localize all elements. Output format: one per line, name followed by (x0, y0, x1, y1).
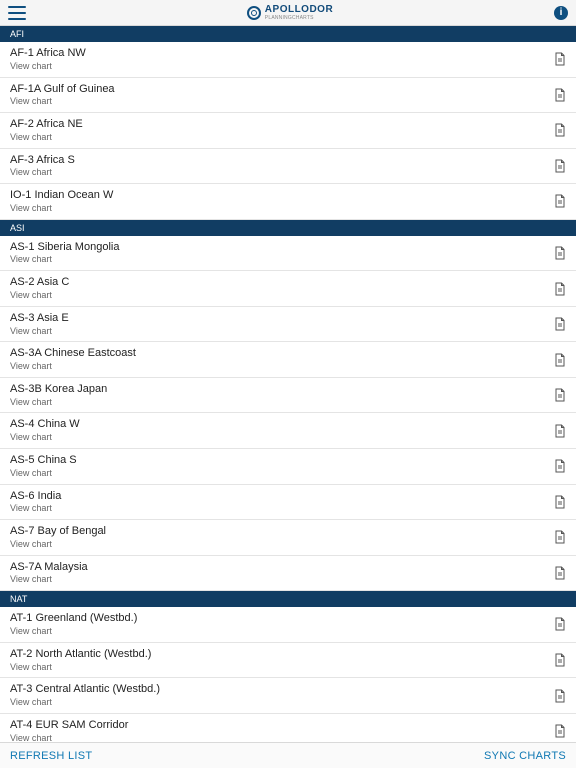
chart-title: AS-7 Bay of Bengal (10, 525, 106, 539)
document-icon[interactable] (554, 689, 566, 703)
chart-title: AF-1 Africa NW (10, 47, 86, 61)
document-icon[interactable] (554, 246, 566, 260)
info-icon[interactable]: i (554, 6, 568, 20)
section-header: NAT (0, 591, 576, 607)
view-chart-label: View chart (10, 432, 80, 443)
chart-row[interactable]: AT-3 Central Atlantic (Westbd.)View char… (0, 678, 576, 714)
sync-charts-button[interactable]: SYNC CHARTS (484, 750, 566, 762)
view-chart-label: View chart (10, 254, 119, 265)
chart-title: AS-3 Asia E (10, 312, 69, 326)
chart-row[interactable]: IO-1 Indian Ocean WView chart (0, 184, 576, 220)
chart-row[interactable]: AF-3 Africa SView chart (0, 149, 576, 185)
chart-row[interactable]: AS-7A MalaysiaView chart (0, 556, 576, 592)
view-chart-label: View chart (10, 539, 106, 550)
chart-title: AF-2 Africa NE (10, 118, 83, 132)
brand-subtitle: PLANNINGCHARTS (265, 15, 333, 21)
brand-logo-icon (247, 6, 261, 20)
document-icon[interactable] (554, 566, 566, 580)
view-chart-label: View chart (10, 733, 128, 742)
chart-title: AF-1A Gulf of Guinea (10, 83, 115, 97)
view-chart-label: View chart (10, 697, 160, 708)
chart-title: AS-7A Malaysia (10, 561, 88, 575)
chart-row[interactable]: AF-1 Africa NWView chart (0, 42, 576, 78)
view-chart-label: View chart (10, 397, 107, 408)
document-icon[interactable] (554, 282, 566, 296)
chart-row[interactable]: AS-4 China WView chart (0, 413, 576, 449)
chart-title: AT-1 Greenland (Westbd.) (10, 612, 137, 626)
section-header: AFI (0, 26, 576, 42)
footer-toolbar: REFRESH LIST SYNC CHARTS (0, 742, 576, 768)
chart-row[interactable]: AT-1 Greenland (Westbd.)View chart (0, 607, 576, 643)
chart-title: AT-3 Central Atlantic (Westbd.) (10, 683, 160, 697)
chart-title: AS-4 China W (10, 418, 80, 432)
view-chart-label: View chart (10, 96, 115, 107)
view-chart-label: View chart (10, 132, 83, 143)
view-chart-label: View chart (10, 203, 113, 214)
app-header: APOLLODOR PLANNINGCHARTS i (0, 0, 576, 26)
chart-row[interactable]: AS-5 China SView chart (0, 449, 576, 485)
chart-title: AF-3 Africa S (10, 154, 75, 168)
chart-row[interactable]: AS-3 Asia EView chart (0, 307, 576, 343)
menu-icon[interactable] (8, 6, 26, 20)
view-chart-label: View chart (10, 290, 69, 301)
chart-row[interactable]: AS-3B Korea JapanView chart (0, 378, 576, 414)
document-icon[interactable] (554, 52, 566, 66)
document-icon[interactable] (554, 88, 566, 102)
chart-row[interactable]: AS-1 Siberia MongoliaView chart (0, 236, 576, 272)
chart-title: AT-2 North Atlantic (Westbd.) (10, 648, 151, 662)
view-chart-label: View chart (10, 167, 75, 178)
view-chart-label: View chart (10, 61, 86, 72)
view-chart-label: View chart (10, 574, 88, 585)
chart-row[interactable]: AT-2 North Atlantic (Westbd.)View chart (0, 643, 576, 679)
chart-row[interactable]: AS-7 Bay of BengalView chart (0, 520, 576, 556)
view-chart-label: View chart (10, 626, 137, 637)
document-icon[interactable] (554, 194, 566, 208)
chart-title: AS-5 China S (10, 454, 77, 468)
chart-row[interactable]: AS-6 IndiaView chart (0, 485, 576, 521)
chart-title: AS-1 Siberia Mongolia (10, 241, 119, 255)
document-icon[interactable] (554, 159, 566, 173)
chart-title: IO-1 Indian Ocean W (10, 189, 113, 203)
chart-title: AS-3A Chinese Eastcoast (10, 347, 136, 361)
view-chart-label: View chart (10, 503, 61, 514)
view-chart-label: View chart (10, 662, 151, 673)
document-icon[interactable] (554, 530, 566, 544)
view-chart-label: View chart (10, 326, 69, 337)
section-header: ASI (0, 220, 576, 236)
chart-list[interactable]: AFIAF-1 Africa NWView chartAF-1A Gulf of… (0, 26, 576, 742)
document-icon[interactable] (554, 424, 566, 438)
chart-row[interactable]: AF-1A Gulf of GuineaView chart (0, 78, 576, 114)
document-icon[interactable] (554, 617, 566, 631)
chart-row[interactable]: AF-2 Africa NEView chart (0, 113, 576, 149)
chart-title: AS-2 Asia C (10, 276, 69, 290)
chart-row[interactable]: AS-3A Chinese EastcoastView chart (0, 342, 576, 378)
view-chart-label: View chart (10, 361, 136, 372)
brand: APOLLODOR PLANNINGCHARTS (247, 4, 333, 21)
refresh-list-button[interactable]: REFRESH LIST (10, 750, 92, 762)
document-icon[interactable] (554, 388, 566, 402)
document-icon[interactable] (554, 317, 566, 331)
view-chart-label: View chart (10, 468, 77, 479)
chart-row[interactable]: AS-2 Asia CView chart (0, 271, 576, 307)
document-icon[interactable] (554, 653, 566, 667)
document-icon[interactable] (554, 724, 566, 738)
document-icon[interactable] (554, 123, 566, 137)
document-icon[interactable] (554, 459, 566, 473)
brand-name: APOLLODOR (265, 4, 333, 15)
chart-row[interactable]: AT-4 EUR SAM CorridorView chart (0, 714, 576, 742)
chart-title: AS-3B Korea Japan (10, 383, 107, 397)
chart-title: AS-6 India (10, 490, 61, 504)
document-icon[interactable] (554, 495, 566, 509)
document-icon[interactable] (554, 353, 566, 367)
chart-title: AT-4 EUR SAM Corridor (10, 719, 128, 733)
